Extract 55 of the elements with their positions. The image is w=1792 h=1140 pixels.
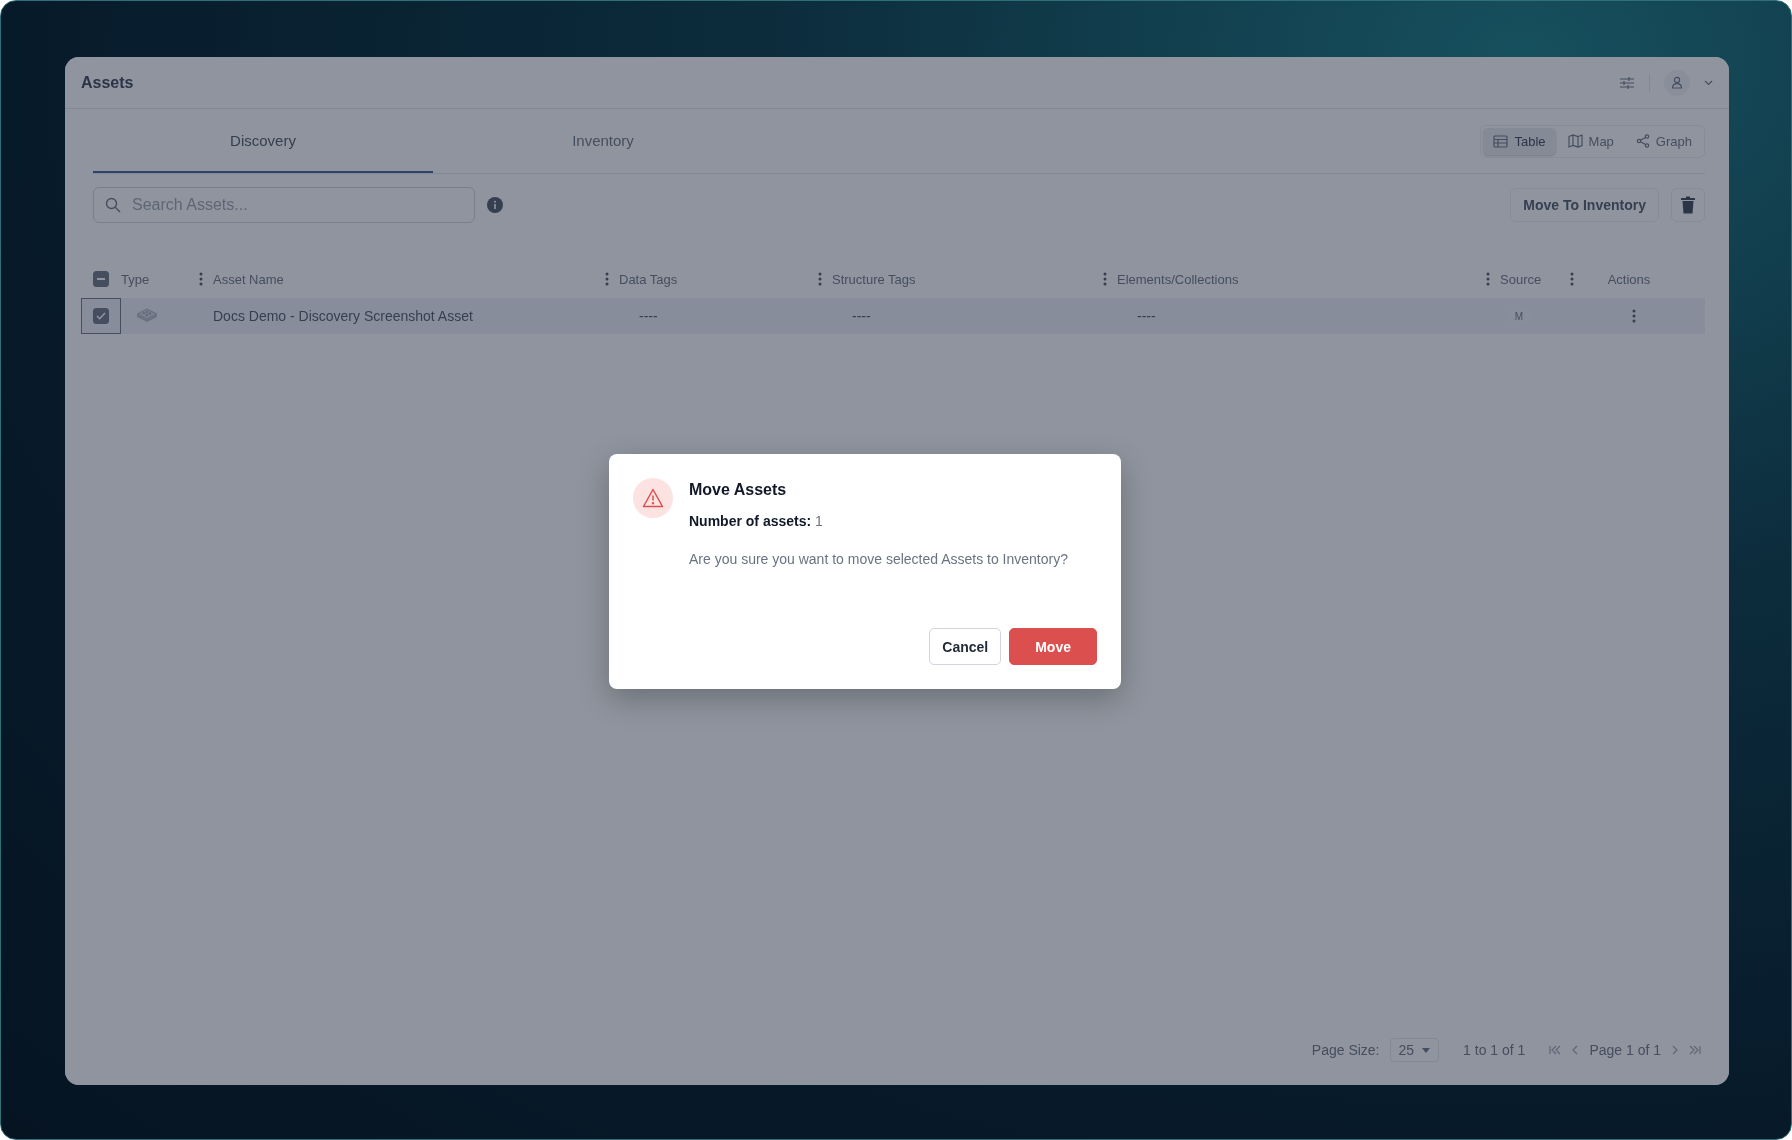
info-icon[interactable]: [487, 197, 503, 213]
kebab-icon[interactable]: [199, 272, 203, 286]
kebab-icon[interactable]: [818, 272, 822, 286]
table-cell-text: Docs Demo - Discovery Screenshot Asset: [213, 308, 474, 324]
column-header: Structure Tags: [832, 271, 916, 287]
warning-icon: [633, 478, 673, 518]
kebab-icon[interactable]: [1632, 309, 1636, 323]
check-icon: [96, 312, 106, 320]
move-button[interactable]: Move: [1009, 628, 1097, 665]
row-range: 1 to 1 of 1: [1463, 1042, 1526, 1058]
trash-icon: [1680, 196, 1696, 214]
tab[interactable]: Inventory: [433, 109, 773, 173]
column-header: Asset Name: [213, 271, 284, 287]
view-toggle[interactable]: Graph: [1625, 127, 1702, 155]
dialog-title: Move Assets: [689, 481, 788, 499]
page-indicator: Page 1 of 1: [1589, 1042, 1661, 1058]
kebab-icon[interactable]: [1570, 272, 1574, 286]
chevron-down-icon[interactable]: [1704, 79, 1713, 86]
column-header: Type: [121, 271, 150, 287]
column-header: Data Tags: [619, 271, 678, 287]
column-header: Elements/Collections: [1117, 271, 1239, 287]
map-icon: [1567, 134, 1583, 148]
table-cell-text: ----: [851, 308, 872, 324]
page-size-select[interactable]: 25: [1389, 1038, 1440, 1062]
layer-stack-icon: [135, 306, 159, 323]
chevron-left-icon[interactable]: [1571, 1045, 1580, 1055]
cancel-button[interactable]: Cancel: [929, 628, 1002, 665]
page-size-label: Page Size:: [1311, 1042, 1380, 1058]
view-toggle[interactable]: Table: [1483, 127, 1556, 155]
kebab-icon[interactable]: [1103, 272, 1107, 286]
select-all-checkbox[interactable]: [93, 271, 109, 287]
asset-count: Number of assets: 1: [689, 513, 824, 529]
share-icon: [1635, 134, 1650, 148]
table-cell-text: ----: [1136, 308, 1157, 324]
table-cell-text: ----: [638, 308, 659, 324]
delete-button[interactable]: [1671, 188, 1705, 222]
first-page-icon[interactable]: [1549, 1045, 1562, 1055]
page-title: Assets: [81, 73, 135, 92]
sliders-icon[interactable]: [1619, 75, 1635, 90]
caret-icon: [1422, 1047, 1431, 1053]
dialog-message: Are you sure you want to move selected Assets to Inventory?: [689, 551, 1068, 567]
column-header: Actions: [1607, 271, 1651, 287]
search-icon: [105, 197, 121, 213]
last-page-icon[interactable]: [1689, 1045, 1701, 1055]
view-toggle[interactable]: Map: [1557, 127, 1624, 155]
tab[interactable]: Discovery: [93, 109, 433, 173]
minus-icon: [97, 278, 105, 280]
column-header: Source: [1500, 271, 1542, 287]
table-icon: [1493, 134, 1509, 148]
chevron-right-icon[interactable]: [1671, 1045, 1679, 1055]
row-checkbox[interactable]: [93, 308, 109, 324]
user-avatar[interactable]: [1664, 69, 1690, 96]
kebab-icon[interactable]: [1486, 272, 1490, 286]
kebab-icon[interactable]: [605, 272, 609, 286]
move-to-inventory-button[interactable]: Move To Inventory: [1510, 188, 1659, 222]
